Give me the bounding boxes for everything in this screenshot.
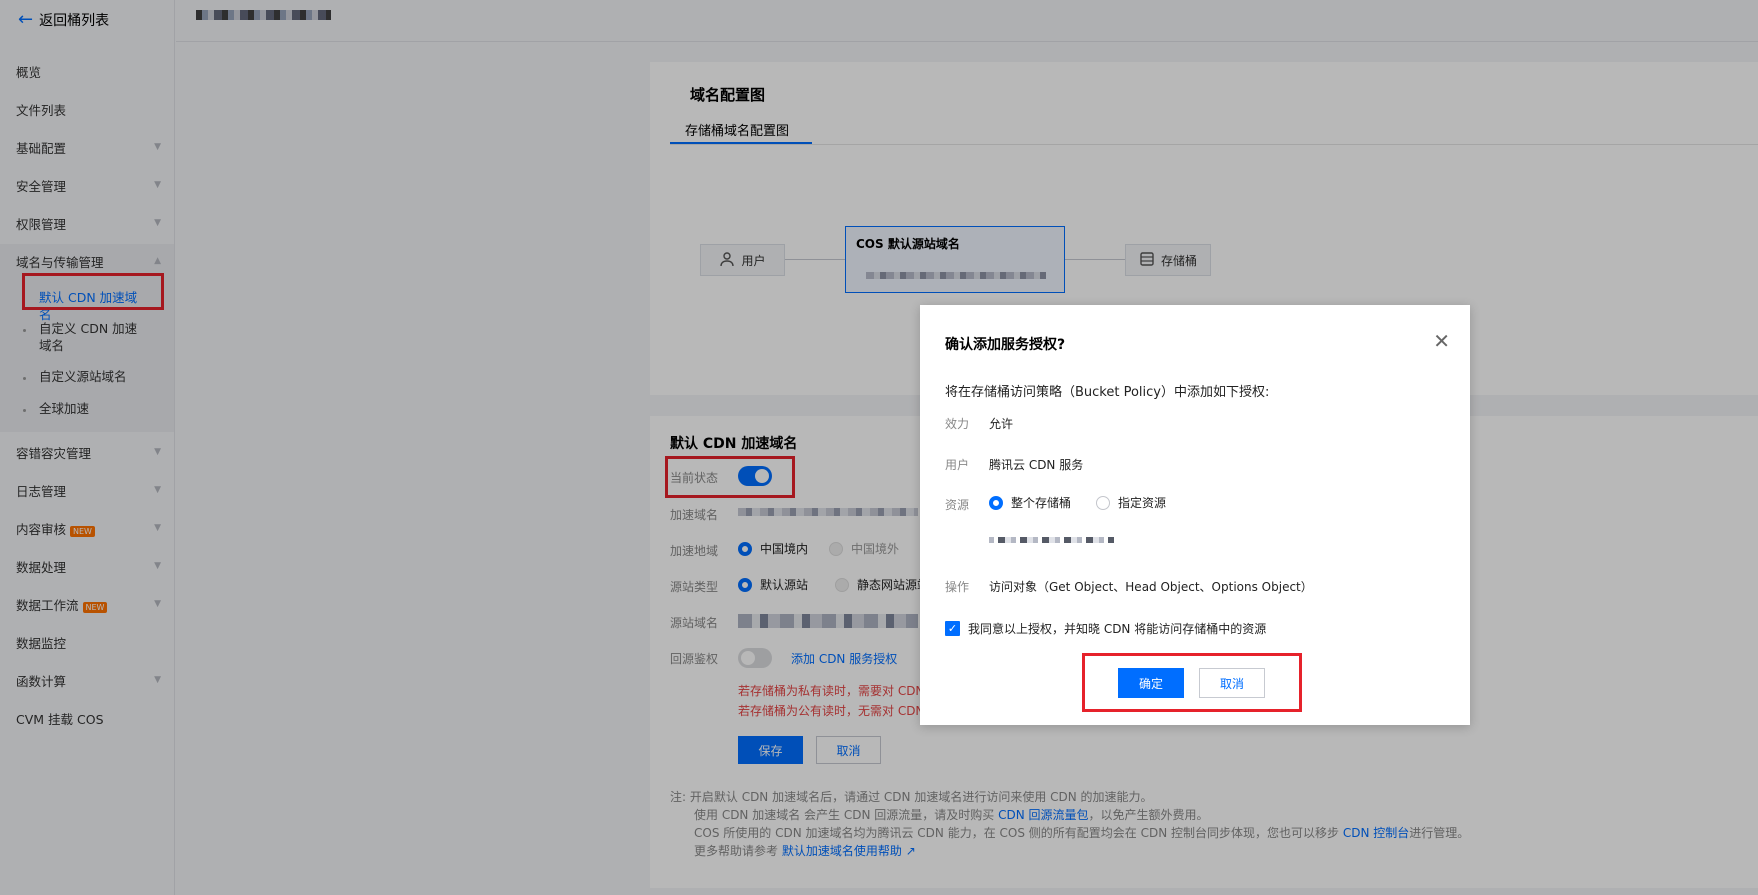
resource-all-label: 整个存储桶	[1011, 496, 1072, 510]
agree-checkbox[interactable]: ✓ 我同意以上授权，并知晓 CDN 将能访问存储桶中的资源	[945, 620, 1266, 637]
dialog-description: 将在存储桶访问策略（Bucket Policy）中添加如下授权:	[945, 385, 1270, 400]
resource-all-option[interactable]: 整个存储桶	[989, 494, 1071, 511]
effect-value: 允许	[989, 417, 1014, 431]
resource-specific-option[interactable]: 指定资源	[1096, 494, 1166, 511]
close-icon[interactable]: ✕	[1433, 331, 1450, 351]
user-label: 用户	[945, 458, 970, 472]
checkmark-icon: ✓	[945, 621, 960, 636]
action-value: 访问对象（Get Object、Head Object、Options Obje…	[989, 580, 1313, 594]
auth-confirm-dialog: 确认添加服务授权? ✕ 将在存储桶访问策略（Bucket Policy）中添加如…	[920, 305, 1470, 725]
agree-label: 我同意以上授权，并知晓 CDN 将能访问存储桶中的资源	[968, 622, 1267, 636]
radio-icon	[1096, 495, 1110, 510]
action-label: 操作	[945, 580, 970, 594]
resource-specific-label: 指定资源	[1118, 496, 1167, 510]
effect-label: 效力	[945, 417, 970, 431]
user-value: 腾讯云 CDN 服务	[989, 458, 1084, 472]
dialog-title: 确认添加服务授权?	[945, 337, 1066, 353]
resource-label: 资源	[945, 498, 970, 512]
highlight-box	[1082, 653, 1302, 712]
modal-overlay[interactable]	[0, 0, 1758, 895]
radio-icon	[989, 495, 1003, 510]
resource-path-redacted	[989, 537, 1114, 543]
